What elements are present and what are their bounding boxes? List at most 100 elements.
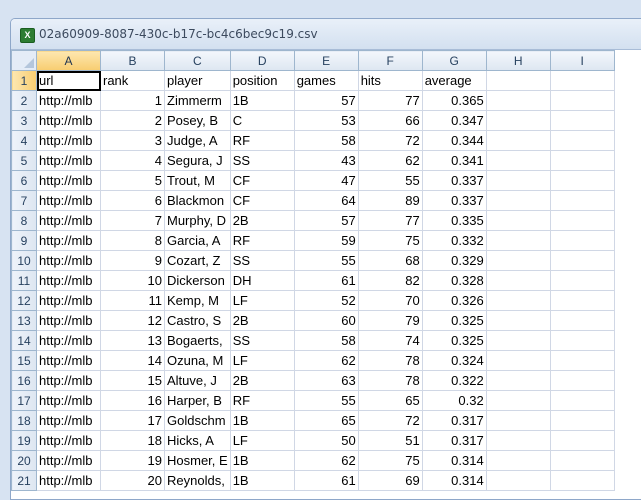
cell-position[interactable]: 2B	[229, 370, 295, 391]
cell-empty[interactable]	[549, 450, 615, 471]
cell-average[interactable]: 0.337	[421, 190, 487, 211]
cell-rank[interactable]: 7	[100, 210, 165, 231]
cell-empty[interactable]	[485, 450, 551, 471]
cell-empty[interactable]	[549, 90, 615, 111]
cell-empty[interactable]	[549, 350, 615, 371]
cell-rank[interactable]: 17	[100, 410, 165, 431]
cell-average[interactable]: 0.325	[421, 330, 487, 351]
cell-empty[interactable]	[485, 350, 551, 371]
cell-position[interactable]: LF	[229, 430, 295, 451]
cell-player[interactable]: Dickerson	[164, 270, 231, 291]
cell-empty[interactable]	[485, 290, 551, 311]
cell-games[interactable]: 64	[293, 190, 359, 211]
cell-rank[interactable]: 11	[100, 290, 165, 311]
cell-url[interactable]: http://mlb	[36, 430, 101, 451]
column-header-g[interactable]: G	[421, 50, 487, 71]
cell-average[interactable]: 0.329	[421, 250, 487, 271]
cell-empty[interactable]	[485, 190, 551, 211]
cell-player[interactable]: player	[164, 70, 231, 91]
cell-hits[interactable]: 66	[357, 110, 423, 131]
row-header[interactable]: 13	[11, 310, 37, 331]
row-header[interactable]: 6	[11, 170, 37, 191]
cell-hits[interactable]: 62	[357, 150, 423, 171]
row-header[interactable]: 14	[11, 330, 37, 351]
cell-games[interactable]: 62	[293, 450, 359, 471]
row-header[interactable]: 7	[11, 190, 37, 211]
cell-url[interactable]: http://mlb	[36, 130, 101, 151]
cell-player[interactable]: Judge, A	[164, 130, 231, 151]
cell-position[interactable]: C	[229, 110, 295, 131]
column-header-h[interactable]: H	[485, 50, 551, 71]
cell-empty[interactable]	[549, 410, 615, 431]
cell-empty[interactable]	[549, 150, 615, 171]
cell-player[interactable]: Cozart, Z	[164, 250, 231, 271]
cell-empty[interactable]	[485, 70, 551, 91]
cell-empty[interactable]	[485, 270, 551, 291]
cell-games[interactable]: 47	[293, 170, 359, 191]
cell-url[interactable]: http://mlb	[36, 450, 101, 471]
cell-empty[interactable]	[549, 70, 615, 91]
cell-hits[interactable]: 78	[357, 370, 423, 391]
cell-hits[interactable]: 75	[357, 230, 423, 251]
column-header-a[interactable]: A	[36, 50, 101, 71]
cell-empty[interactable]	[485, 90, 551, 111]
row-header[interactable]: 3	[11, 110, 37, 131]
column-header-f[interactable]: F	[357, 50, 423, 71]
cell-hits[interactable]: 65	[357, 390, 423, 411]
cell-empty[interactable]	[549, 190, 615, 211]
cell-empty[interactable]	[485, 210, 551, 231]
cell-player[interactable]: Goldschm	[164, 410, 231, 431]
cell-rank[interactable]: 18	[100, 430, 165, 451]
cell-position[interactable]: 1B	[229, 450, 295, 471]
cell-empty[interactable]	[485, 170, 551, 191]
column-header-e[interactable]: E	[293, 50, 359, 71]
cell-games[interactable]: 65	[293, 410, 359, 431]
cell-empty[interactable]	[549, 210, 615, 231]
cell-url[interactable]: http://mlb	[36, 330, 101, 351]
cell-position[interactable]: DH	[229, 270, 295, 291]
cell-empty[interactable]	[549, 370, 615, 391]
cell-url[interactable]: http://mlb	[36, 410, 101, 431]
cell-average[interactable]: 0.332	[421, 230, 487, 251]
column-header-b[interactable]: B	[100, 50, 165, 71]
cell-hits[interactable]: 68	[357, 250, 423, 271]
cell-position[interactable]: CF	[229, 170, 295, 191]
cell-empty[interactable]	[485, 430, 551, 451]
cell-player[interactable]: Zimmerm	[164, 90, 231, 111]
cell-rank[interactable]: rank	[100, 70, 165, 91]
cell-player[interactable]: Ozuna, M	[164, 350, 231, 371]
row-header[interactable]: 10	[11, 250, 37, 271]
cell-empty[interactable]	[549, 310, 615, 331]
cell-url[interactable]: http://mlb	[36, 230, 101, 251]
cell-games[interactable]: 61	[293, 270, 359, 291]
cell-hits[interactable]: 77	[357, 90, 423, 111]
cell-games[interactable]: 63	[293, 370, 359, 391]
cell-position[interactable]: 1B	[229, 90, 295, 111]
row-header[interactable]: 17	[11, 390, 37, 411]
cell-rank[interactable]: 6	[100, 190, 165, 211]
cell-position[interactable]: RF	[229, 130, 295, 151]
column-header-c[interactable]: C	[164, 50, 231, 71]
cell-rank[interactable]: 12	[100, 310, 165, 331]
cell-player[interactable]: Bogaerts,	[164, 330, 231, 351]
cell-average[interactable]: 0.317	[421, 430, 487, 451]
cell-rank[interactable]: 14	[100, 350, 165, 371]
cell-games[interactable]: 43	[293, 150, 359, 171]
cell-position[interactable]: RF	[229, 390, 295, 411]
cell-average[interactable]: 0.322	[421, 370, 487, 391]
cell-average[interactable]: 0.314	[421, 450, 487, 471]
row-header[interactable]: 4	[11, 130, 37, 151]
cell-games[interactable]: 57	[293, 210, 359, 231]
cell-hits[interactable]: 78	[357, 350, 423, 371]
row-header[interactable]: 9	[11, 230, 37, 251]
cell-rank[interactable]: 10	[100, 270, 165, 291]
cell-games[interactable]: 57	[293, 90, 359, 111]
cell-rank[interactable]: 8	[100, 230, 165, 251]
cell-url[interactable]: http://mlb	[36, 370, 101, 391]
cell-games[interactable]: 60	[293, 310, 359, 331]
cell-player[interactable]: Murphy, D	[164, 210, 231, 231]
cell-player[interactable]: Garcia, A	[164, 230, 231, 251]
cell-average[interactable]: 0.341	[421, 150, 487, 171]
cell-url[interactable]: http://mlb	[36, 90, 101, 111]
cell-empty[interactable]	[485, 250, 551, 271]
